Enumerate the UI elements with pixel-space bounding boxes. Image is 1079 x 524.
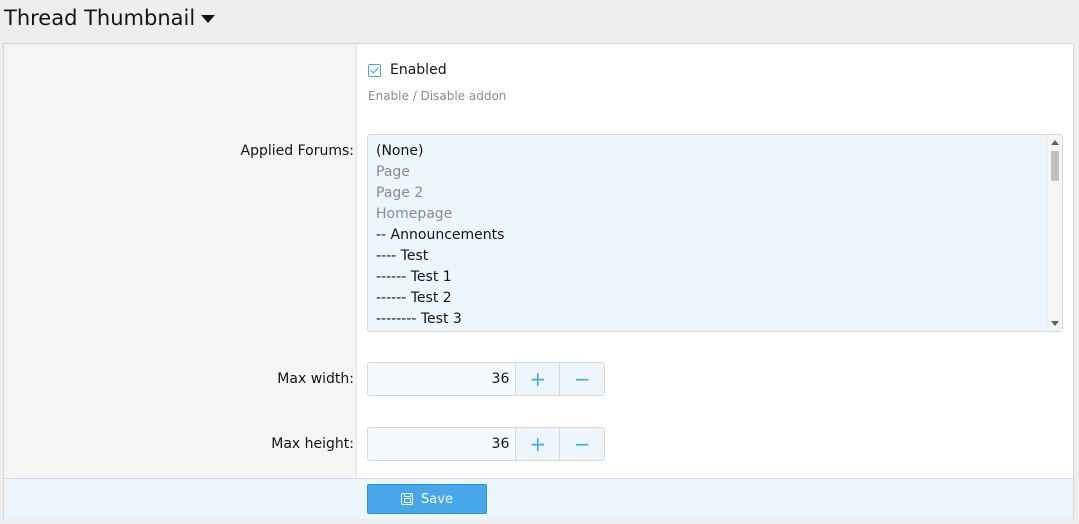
forum-option[interactable]: Page — [376, 162, 410, 183]
max-width-label: Max width: — [277, 371, 354, 387]
forum-option[interactable]: ------ Test 2 — [376, 288, 452, 309]
max-height-label: Max height: — [271, 436, 354, 452]
forum-option[interactable]: -------- Test 3 — [376, 309, 462, 330]
list-scrollbar[interactable] — [1047, 135, 1062, 331]
applied-forums-select[interactable]: (None) Page Page 2 Homepage -- Announcements… — [367, 134, 1063, 332]
enabled-option[interactable]: Enabled — [368, 62, 447, 78]
max-height-decrease-button[interactable]: − — [560, 428, 604, 460]
forum-option[interactable]: -- Announcements — [376, 225, 504, 246]
scroll-up-icon[interactable] — [1051, 140, 1059, 145]
max-height-stepper[interactable]: 36 + − — [367, 427, 605, 461]
page-title[interactable]: Thread Thumbnail — [4, 4, 216, 32]
max-width-increase-button[interactable]: + — [516, 363, 561, 395]
forum-option[interactable]: (None) — [376, 141, 423, 162]
scroll-down-icon[interactable] — [1051, 321, 1059, 326]
max-width-stepper[interactable]: 36 + − — [367, 362, 605, 396]
forum-option[interactable]: Homepage — [376, 204, 452, 225]
save-icon — [401, 493, 414, 505]
enabled-checkbox[interactable] — [368, 63, 381, 77]
save-label: Save — [421, 491, 453, 507]
label-column — [4, 44, 357, 478]
enabled-label: Enabled — [390, 62, 447, 78]
scroll-thumb[interactable] — [1051, 151, 1059, 181]
forum-option[interactable]: ---- Test — [376, 246, 428, 267]
page-title-text: Thread Thumbnail — [4, 6, 196, 30]
forum-option[interactable]: ------ Test 1 — [376, 267, 452, 288]
max-width-decrease-button[interactable]: − — [560, 363, 604, 395]
applied-forums-label: Applied Forums: — [240, 143, 354, 159]
save-button[interactable]: Save — [367, 484, 487, 514]
forum-option[interactable]: Page 2 — [376, 183, 423, 204]
settings-panel: Enabled Enable / Disable addon Applied F… — [3, 43, 1074, 519]
form-footer: Save — [4, 478, 1073, 519]
enabled-hint: Enable / Disable addon — [368, 89, 507, 103]
max-height-input[interactable]: 36 — [368, 428, 517, 460]
max-height-increase-button[interactable]: + — [516, 428, 561, 460]
caret-down-icon[interactable] — [201, 15, 216, 23]
max-width-input[interactable]: 36 — [368, 363, 517, 395]
